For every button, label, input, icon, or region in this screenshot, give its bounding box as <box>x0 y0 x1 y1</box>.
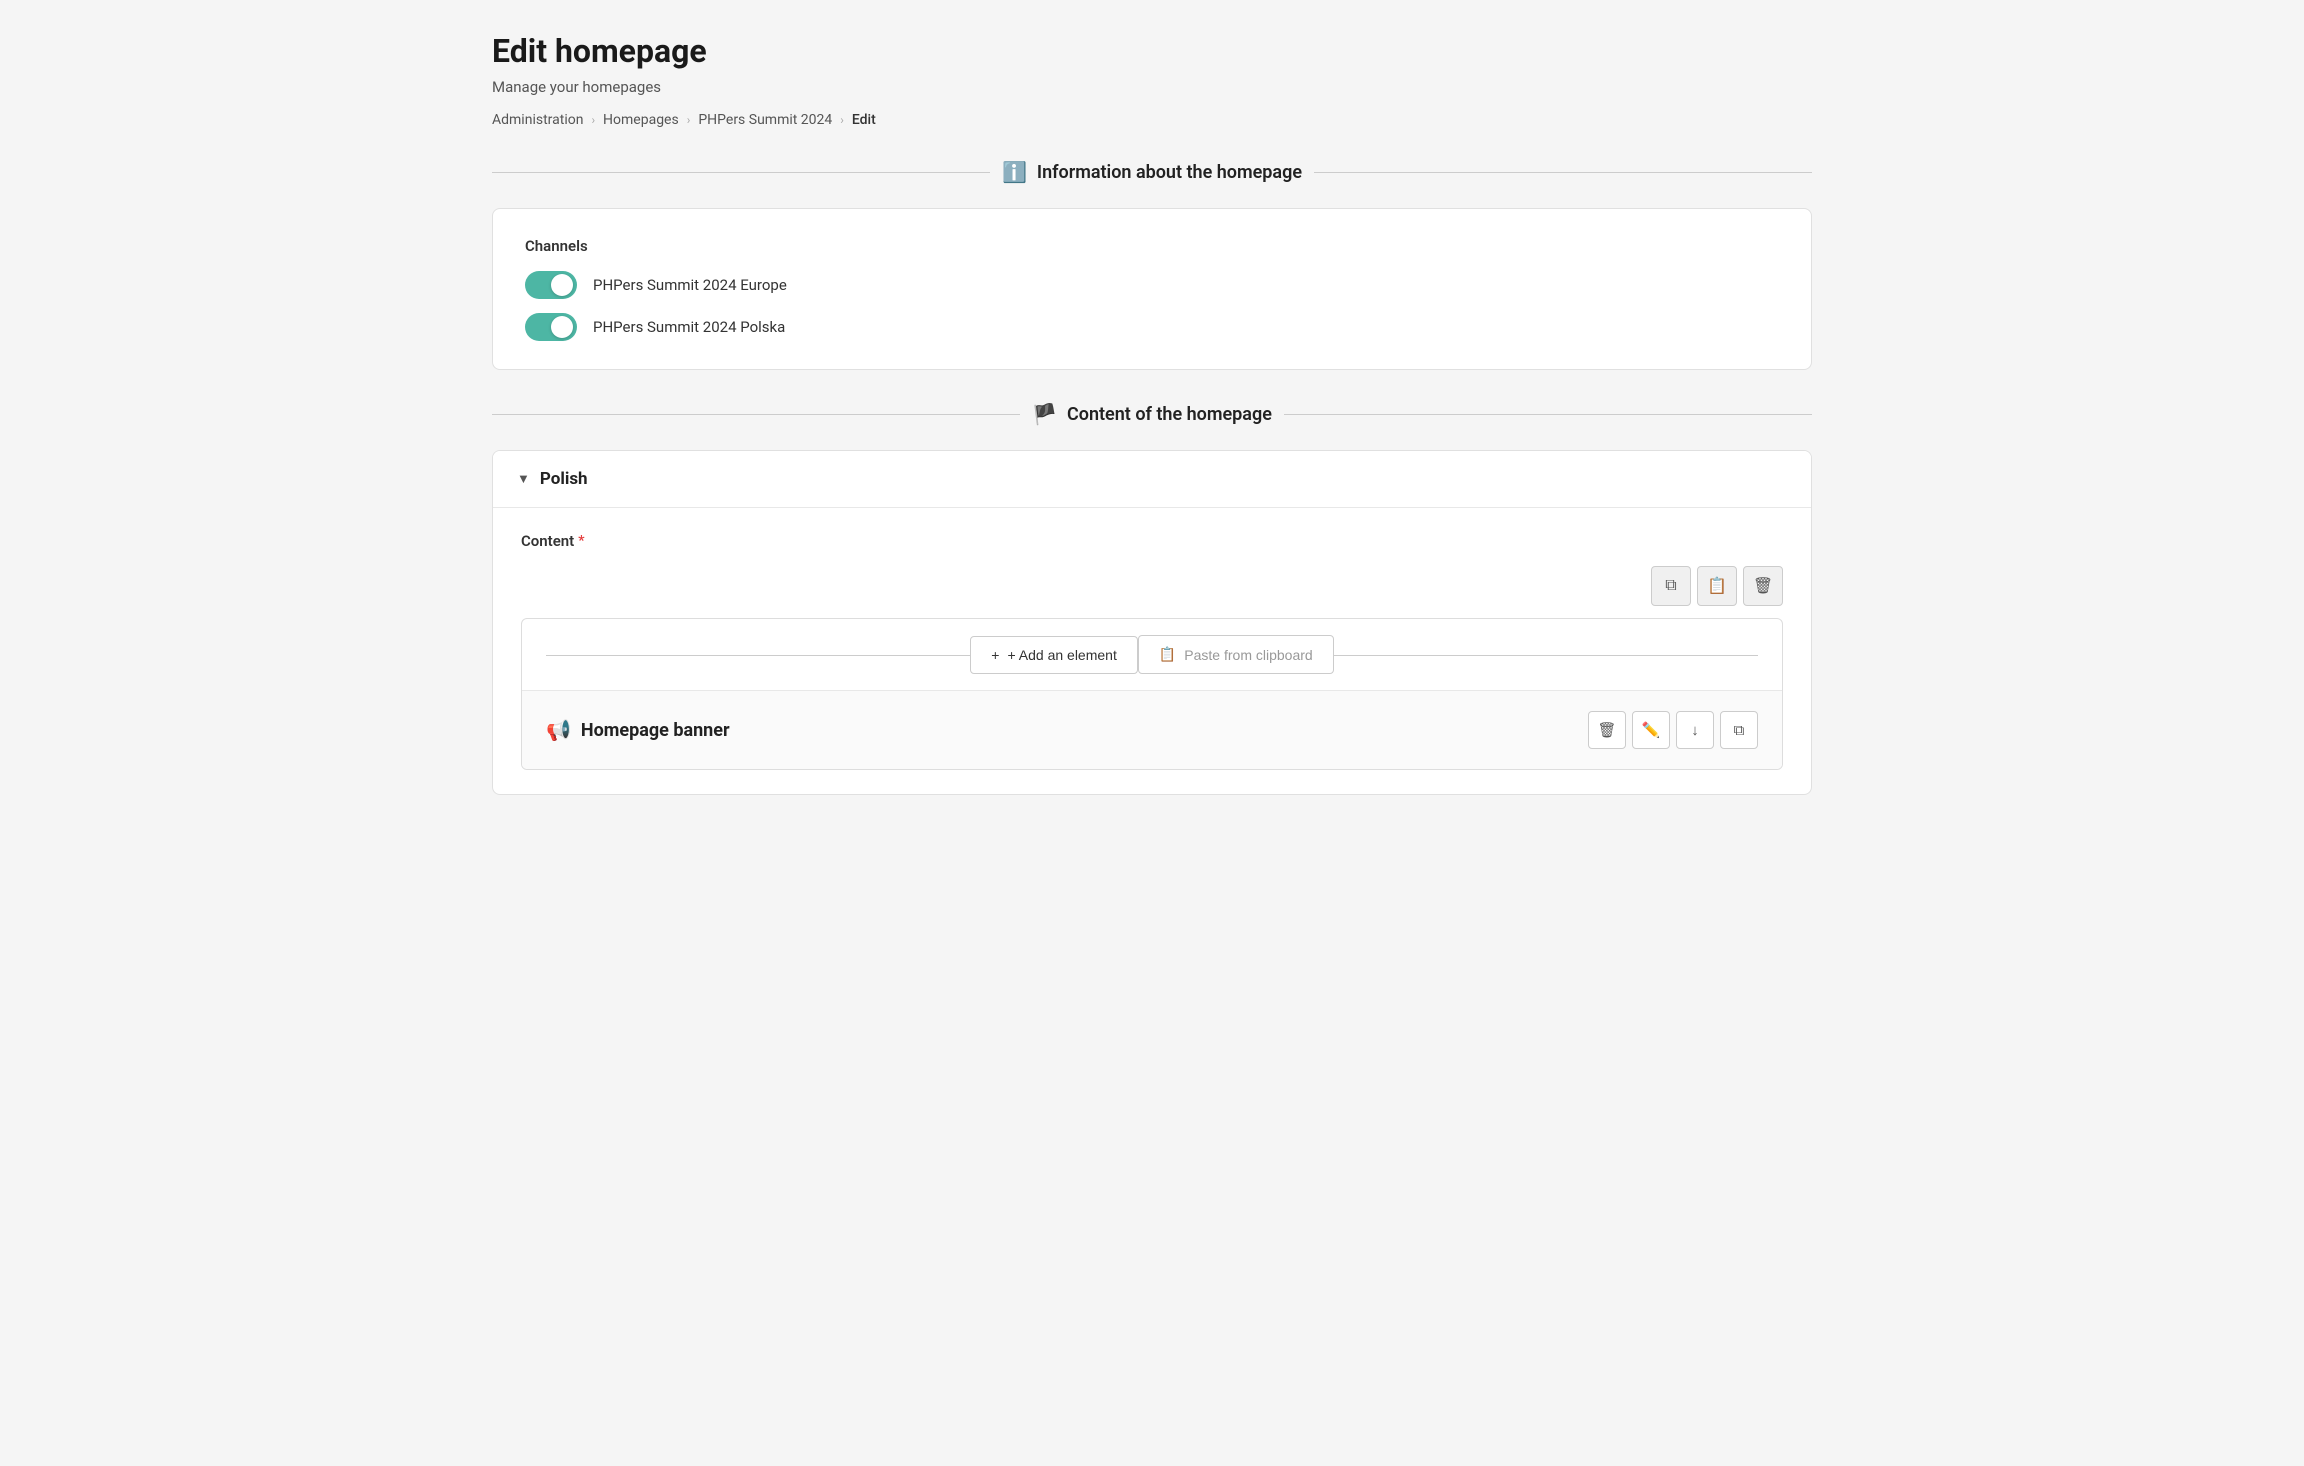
required-indicator: * <box>578 533 584 549</box>
arrow-down-icon: ↓ <box>1691 722 1699 739</box>
info-section-label: Information about the homepage <box>1037 162 1302 183</box>
delete-element-button[interactable]: 🗑 <box>1588 711 1626 749</box>
copy-element-button[interactable]: ⧉ <box>1720 711 1758 749</box>
add-element-bar: + + Add an element 📋 Paste from clipboar… <box>522 619 1782 691</box>
info-section-divider: ℹ️ Information about the homepage <box>492 160 1812 184</box>
content-icon: 🏴 <box>1032 402 1057 426</box>
edit-element-button[interactable]: ✏️ <box>1632 711 1670 749</box>
channel-row-europe: PHPers Summit 2024 Europe <box>525 271 1779 299</box>
add-element-button[interactable]: + + Add an element <box>970 636 1138 674</box>
element-block-homepage-banner: 📢 Homepage banner 🗑 ✏️ ↓ <box>522 691 1782 769</box>
copy-content-button[interactable]: ⧉ <box>1651 566 1691 606</box>
trash-icon: 🗑 <box>1753 576 1773 596</box>
channel-toggle-europe[interactable] <box>525 271 577 299</box>
content-section-divider: 🏴 Content of the homepage <box>492 402 1812 426</box>
paste-from-clipboard-button[interactable]: 📋 Paste from clipboard <box>1138 635 1334 674</box>
breadcrumb-sep-1: › <box>591 113 595 127</box>
content-editor: + + Add an element 📋 Paste from clipboar… <box>521 618 1783 770</box>
breadcrumb: Administration › Homepages › PHPers Summ… <box>492 112 1812 128</box>
paste-icon: 📋 <box>1707 576 1727 596</box>
edit-icon: ✏️ <box>1642 721 1661 739</box>
content-toolbar: ⧉ 📋 🗑 <box>521 566 1783 606</box>
breadcrumb-sep-2: › <box>687 113 691 127</box>
copy-icon: ⧉ <box>1665 577 1676 595</box>
channel-name-europe: PHPers Summit 2024 Europe <box>593 276 787 294</box>
breadcrumb-summit[interactable]: PHPers Summit 2024 <box>698 112 832 128</box>
paste-from-clipboard-label: Paste from clipboard <box>1184 647 1312 663</box>
page-subtitle: Manage your homepages <box>492 78 1812 96</box>
content-card: ▼ Polish Content * ⧉ 📋 🗑 <box>492 450 1812 795</box>
move-down-element-button[interactable]: ↓ <box>1676 711 1714 749</box>
breadcrumb-administration[interactable]: Administration <box>492 112 583 128</box>
content-body: Content * ⧉ 📋 🗑 + <box>493 508 1811 794</box>
copy-element-icon: ⧉ <box>1734 722 1745 739</box>
element-title-label: Homepage banner <box>581 720 730 741</box>
info-icon: ℹ️ <box>1002 160 1027 184</box>
element-title: 📢 Homepage banner <box>546 718 730 742</box>
delete-icon: 🗑 <box>1597 721 1616 739</box>
breadcrumb-sep-3: › <box>840 113 844 127</box>
content-section-label: Content of the homepage <box>1067 404 1272 425</box>
banner-icon: 📢 <box>546 718 571 742</box>
plus-icon: + <box>991 647 999 663</box>
breadcrumb-edit: Edit <box>852 112 876 128</box>
content-field-label: Content * <box>521 532 1783 550</box>
clipboard-icon: 📋 <box>1159 646 1176 663</box>
paste-content-button[interactable]: 📋 <box>1697 566 1737 606</box>
channel-toggle-polska[interactable] <box>525 313 577 341</box>
page-title: Edit homepage <box>492 32 1812 70</box>
element-actions: 🗑 ✏️ ↓ ⧉ <box>1588 711 1758 749</box>
channels-card: Channels PHPers Summit 2024 Europe PHPer… <box>492 208 1812 370</box>
channels-label: Channels <box>525 237 1779 255</box>
channel-row-polska: PHPers Summit 2024 Polska <box>525 313 1779 341</box>
channel-name-polska: PHPers Summit 2024 Polska <box>593 318 785 336</box>
add-element-label: + Add an element <box>1007 647 1116 663</box>
chevron-down-icon: ▼ <box>517 471 530 487</box>
language-header[interactable]: ▼ Polish <box>493 451 1811 508</box>
delete-content-button[interactable]: 🗑 <box>1743 566 1783 606</box>
element-header: 📢 Homepage banner 🗑 ✏️ ↓ <box>546 711 1758 749</box>
language-label: Polish <box>540 469 588 489</box>
breadcrumb-homepages[interactable]: Homepages <box>603 112 679 128</box>
